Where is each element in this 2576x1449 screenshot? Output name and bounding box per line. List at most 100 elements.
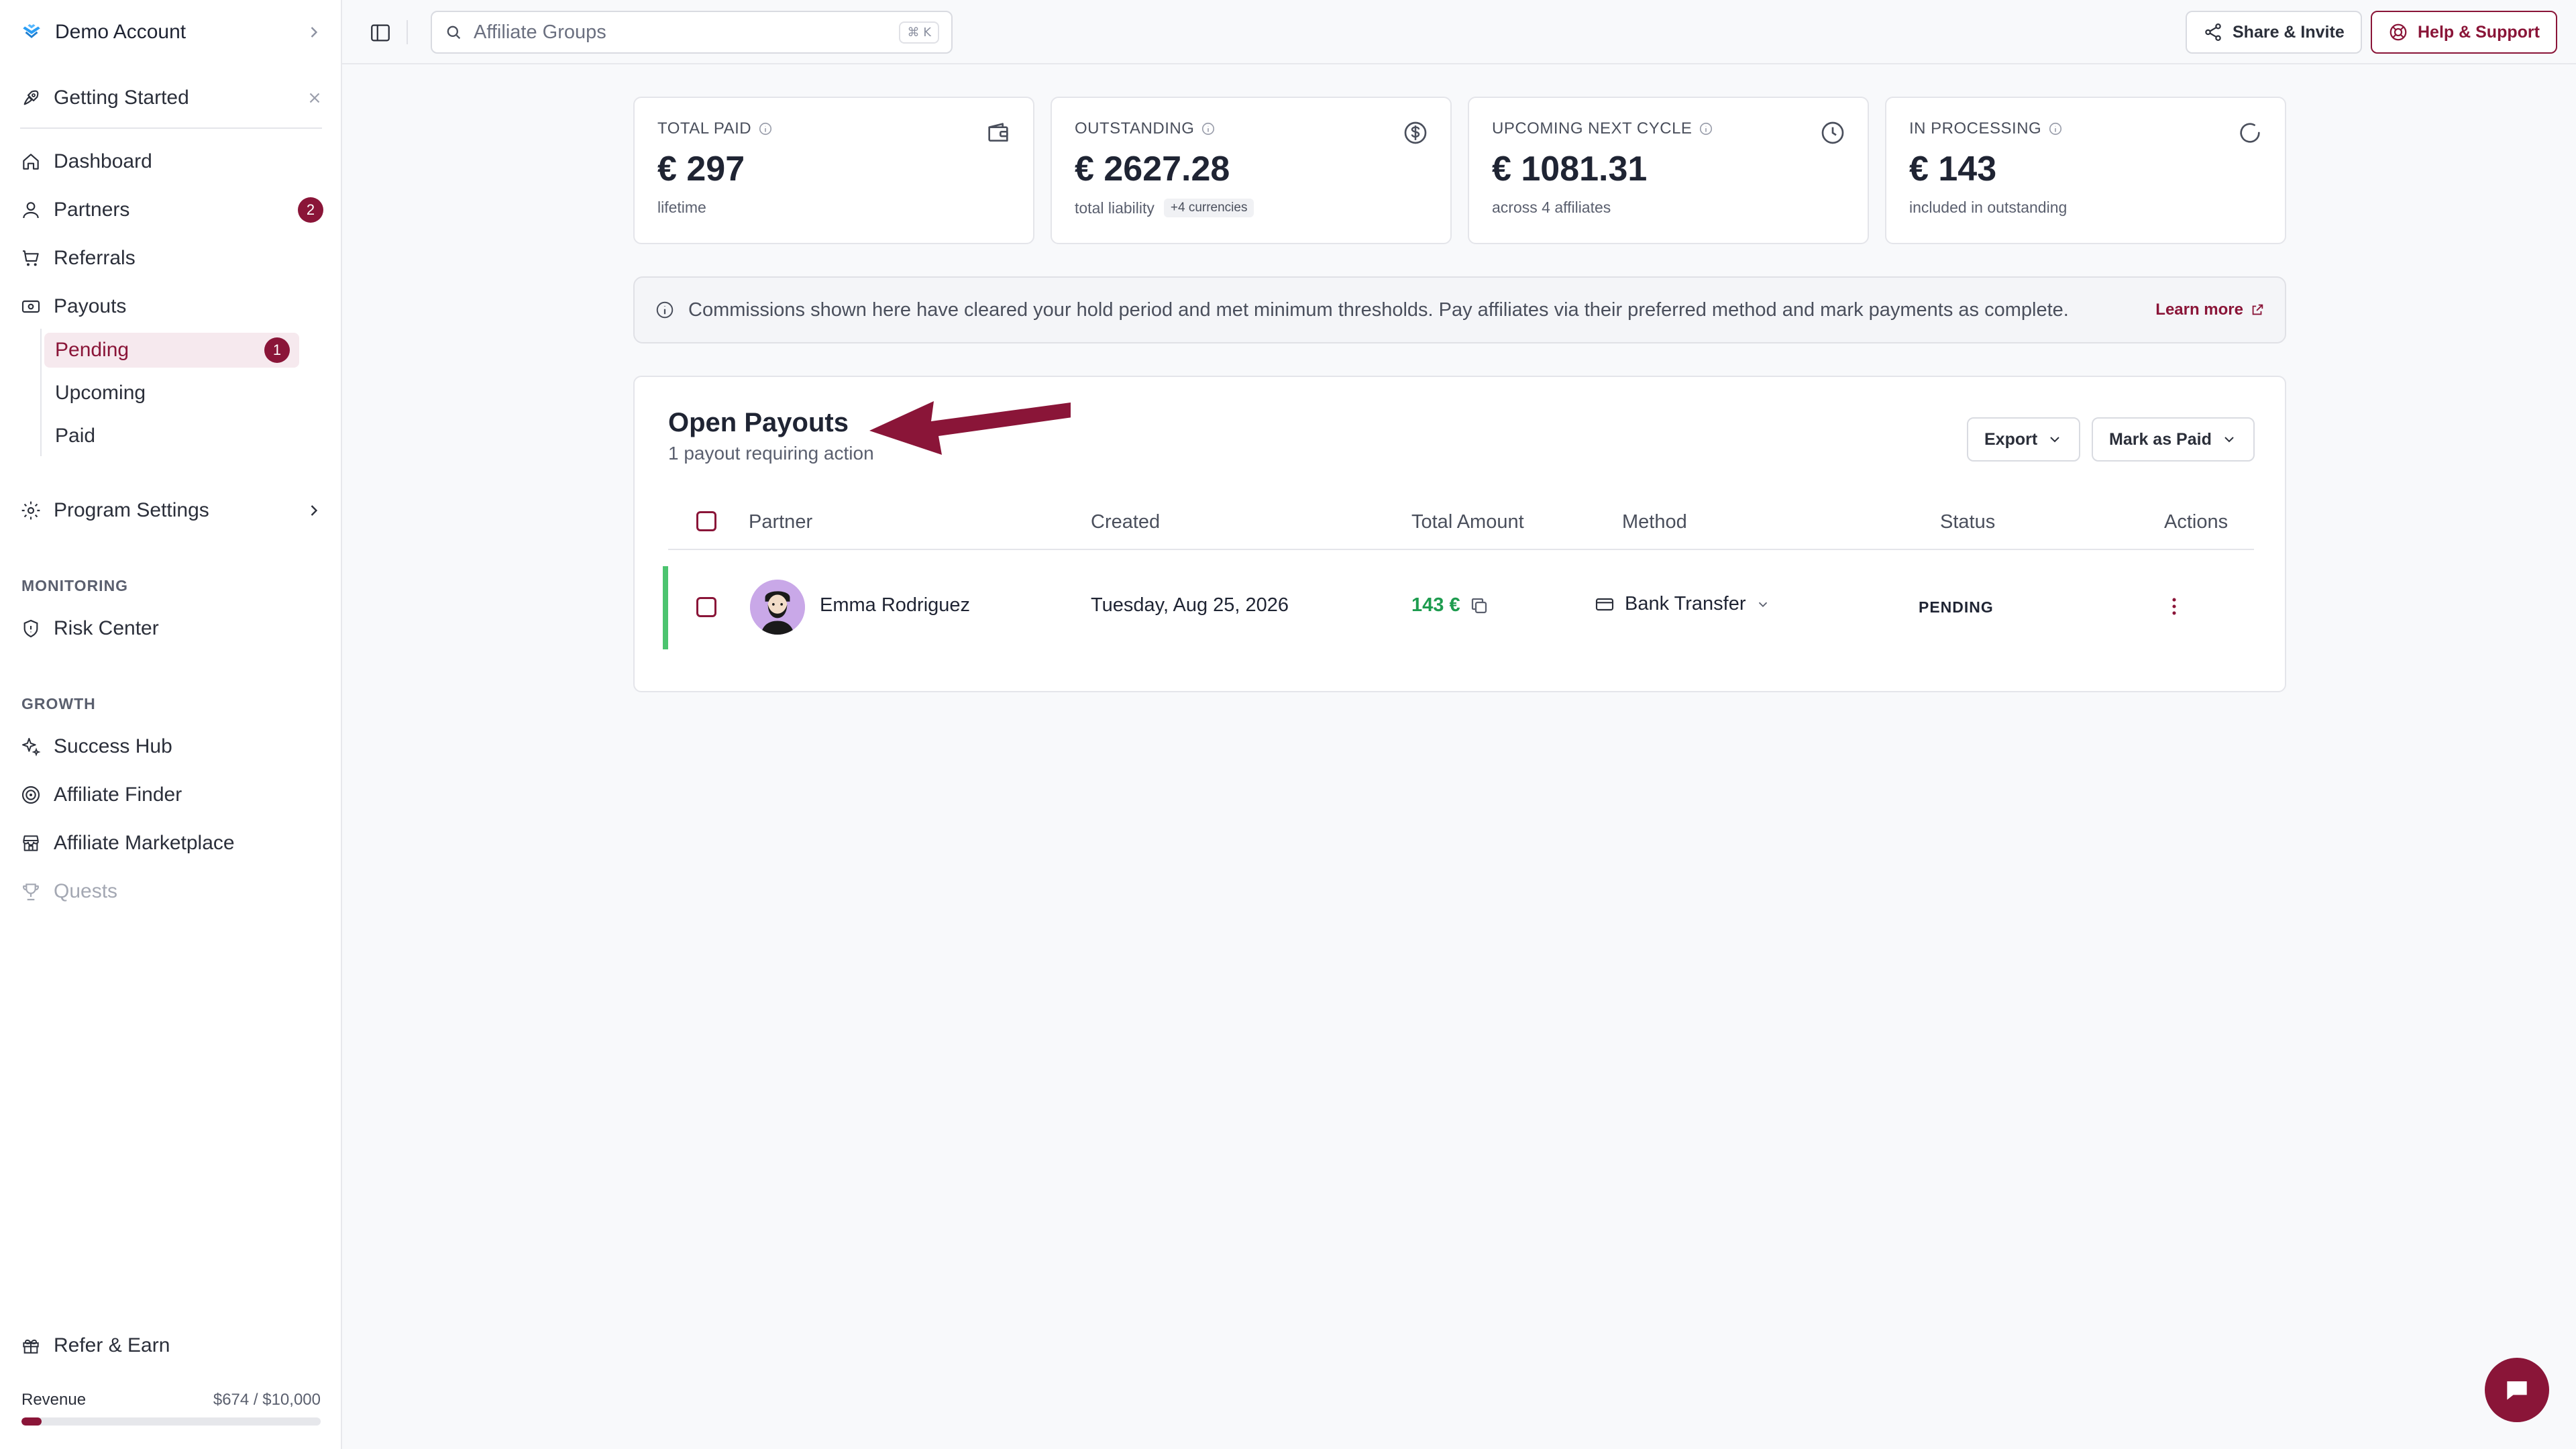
payment-method-dropdown[interactable]: Bank Transfer <box>1594 593 1770 615</box>
search-input[interactable] <box>474 21 889 44</box>
stat-value: € 297 <box>657 150 745 189</box>
credit-card-icon <box>1595 598 1614 610</box>
wallet-icon <box>988 123 1008 142</box>
annotation-arrow <box>869 401 1071 455</box>
stat-card-upcoming: UPCOMING NEXT CYCLE € 1081.31 across 4 a… <box>1468 97 1869 244</box>
section-label-monitoring: MONITORING <box>21 577 129 594</box>
table-row[interactable]: Emma Rodriguez Tuesday, Aug 25, 2026 143… <box>663 566 2254 649</box>
account-switcher[interactable]: Demo Account <box>20 13 323 51</box>
more-actions-icon[interactable] <box>2163 593 2186 620</box>
close-icon[interactable] <box>306 89 323 107</box>
sidebar-item-label: Payouts <box>54 295 127 317</box>
sidebar-item-label: Affiliate Marketplace <box>54 832 235 854</box>
chevron-right-icon <box>311 505 318 516</box>
banner-text: Commissions shown here have cleared your… <box>688 299 2069 321</box>
divider <box>20 127 322 129</box>
column-header-created[interactable]: Created <box>1091 511 1160 533</box>
stat-label: TOTAL PAID <box>657 119 752 138</box>
revenue-progress-bar <box>21 1417 321 1426</box>
panel-title: Open Payouts <box>668 408 849 437</box>
select-all-checkbox[interactable] <box>696 511 716 531</box>
gift-icon <box>23 1339 39 1354</box>
sidebar-item-referrals[interactable]: Referrals <box>20 239 323 277</box>
amount-value: 143 € <box>1411 594 1460 616</box>
search-box[interactable]: ⌘ K <box>431 11 953 54</box>
share-icon <box>2205 23 2221 41</box>
learn-more-label: Learn more <box>2155 301 2243 319</box>
home-icon <box>23 154 39 170</box>
sidebar-item-partners[interactable]: Partners 2 <box>20 191 323 229</box>
stat-subtext: total liability <box>1075 199 1155 217</box>
sidebar-subitem-upcoming[interactable]: Upcoming <box>44 376 299 411</box>
row-select-checkbox[interactable] <box>696 597 716 617</box>
section-label-growth: GROWTH <box>21 695 96 712</box>
avatar <box>750 580 805 635</box>
stat-value: € 2627.28 <box>1075 150 1230 189</box>
pending-count-badge: 1 <box>264 337 290 363</box>
mark-as-paid-label: Mark as Paid <box>2109 429 2212 449</box>
payment-method-label: Bank Transfer <box>1625 593 1746 614</box>
stat-label: OUTSTANDING <box>1075 119 1195 138</box>
stat-card-total-paid: TOTAL PAID € 297 lifetime <box>633 97 1034 244</box>
getting-started-item[interactable]: Getting Started <box>20 79 323 117</box>
sidebar-item-quests[interactable]: Quests <box>20 873 323 910</box>
sidebar: Demo Account Getting Started Dashboard P… <box>0 0 342 1449</box>
sidebar-item-label: Refer & Earn <box>54 1334 170 1356</box>
stat-value: € 143 <box>1909 150 1997 189</box>
stat-value: € 1081.31 <box>1492 150 1648 189</box>
info-icon[interactable] <box>2048 121 2063 136</box>
sidebar-item-program-settings[interactable]: Program Settings <box>20 492 323 529</box>
stat-card-outstanding: OUTSTANDING € 2627.28 total liability +4… <box>1051 97 1452 244</box>
mark-as-paid-button[interactable]: Mark as Paid <box>2092 417 2255 462</box>
chat-launcher-button[interactable] <box>2485 1358 2549 1422</box>
submenu-guide-line <box>40 329 42 456</box>
row-status-accent <box>663 566 668 649</box>
sidebar-subitem-paid[interactable]: Paid <box>44 419 299 453</box>
sidebar-toggle-icon[interactable] <box>369 21 392 44</box>
chevron-down-icon <box>2224 437 2234 443</box>
sidebar-item-success-hub[interactable]: Success Hub <box>20 728 323 765</box>
panel-subtitle: 1 payout requiring action <box>668 443 874 464</box>
search-shortcut-hint: ⌘ K <box>899 21 939 44</box>
target-icon <box>21 786 40 804</box>
external-link-icon <box>2252 304 2263 315</box>
info-icon[interactable] <box>1699 121 1713 136</box>
partner-name[interactable]: Emma Rodriguez <box>820 594 970 616</box>
help-support-button[interactable]: Help & Support <box>2371 11 2557 54</box>
sidebar-item-payouts[interactable]: Payouts <box>20 288 323 325</box>
sidebar-item-dashboard[interactable]: Dashboard <box>20 143 323 180</box>
column-header-method[interactable]: Method <box>1622 511 1687 533</box>
column-header-actions: Actions <box>2164 511 2229 533</box>
sidebar-item-label: Quests <box>54 880 118 902</box>
currencies-chip[interactable]: +4 currencies <box>1163 199 1254 217</box>
info-icon[interactable] <box>758 121 773 136</box>
column-header-total-amount[interactable]: Total Amount <box>1411 511 1524 533</box>
info-banner: Commissions shown here have cleared your… <box>633 276 2286 343</box>
copy-icon[interactable] <box>1469 596 1489 616</box>
sidebar-item-label: Risk Center <box>54 617 159 639</box>
revenue-row: Revenue $674 / $10,000 <box>21 1391 321 1409</box>
rocket-icon <box>23 90 39 105</box>
share-invite-button[interactable]: Share & Invite <box>2186 11 2362 54</box>
getting-started-label: Getting Started <box>54 87 189 109</box>
export-button[interactable]: Export <box>1967 417 2081 462</box>
info-icon[interactable] <box>1201 121 1216 136</box>
sidebar-subitem-label: Pending <box>55 339 129 361</box>
sidebar-item-refer-earn[interactable]: Refer & Earn <box>20 1327 323 1364</box>
learn-more-link[interactable]: Learn more <box>2155 301 2265 319</box>
stat-label: UPCOMING NEXT CYCLE <box>1492 119 1693 138</box>
sidebar-item-affiliate-finder[interactable]: Affiliate Finder <box>20 776 323 814</box>
sidebar-item-risk-center[interactable]: Risk Center <box>20 610 323 647</box>
brand-logo-icon <box>23 23 40 38</box>
stat-label: IN PROCESSING <box>1909 119 2042 138</box>
column-header-partner[interactable]: Partner <box>749 511 812 533</box>
sidebar-subitem-label: Upcoming <box>55 382 146 404</box>
sidebar-item-label: Partners <box>54 199 130 221</box>
divider <box>407 20 408 44</box>
loader-icon <box>2240 123 2260 143</box>
sidebar-subitem-pending[interactable]: Pending 1 <box>44 333 299 368</box>
sidebar-item-affiliate-marketplace[interactable]: Affiliate Marketplace <box>20 824 323 862</box>
store-icon <box>23 835 39 851</box>
share-invite-label: Share & Invite <box>2233 22 2345 42</box>
column-header-status[interactable]: Status <box>1940 511 1995 533</box>
